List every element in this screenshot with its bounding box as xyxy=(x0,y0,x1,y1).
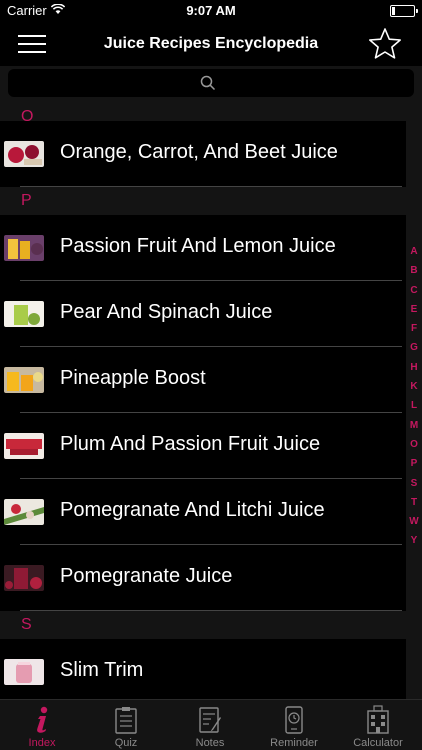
notes-icon xyxy=(199,707,221,733)
tab-label: Quiz xyxy=(114,737,138,749)
tab-bar: Index Quiz Notes Reminder Calculator xyxy=(0,699,422,750)
juice-thumbnail xyxy=(4,565,44,591)
info-icon xyxy=(37,706,48,733)
recipe-label: Plum And Passion Fruit Juice xyxy=(60,433,321,455)
clock-time: 9:07 AM xyxy=(186,3,236,18)
list-item[interactable]: Orange, Carrot, And Beet Juice xyxy=(0,121,406,187)
list-item[interactable]: Slim Trim xyxy=(0,639,406,705)
recipe-label: Pineapple Boost xyxy=(60,367,206,389)
index-letter-w[interactable]: W xyxy=(406,512,422,531)
juice-thumbnail xyxy=(4,235,44,261)
index-letter-s[interactable]: S xyxy=(406,474,422,493)
recipe-label: Pomegranate Juice xyxy=(60,565,233,587)
favorite-star-icon[interactable] xyxy=(368,27,402,61)
index-letter-y[interactable]: Y xyxy=(406,531,422,550)
index-letter-m[interactable]: M xyxy=(406,416,422,435)
tab-quiz[interactable]: Quiz xyxy=(84,700,168,750)
tab-calculator[interactable]: Calculator xyxy=(336,700,420,750)
juice-thumbnail xyxy=(4,367,44,393)
index-letter-a[interactable]: A xyxy=(406,242,422,261)
list-item[interactable]: Passion Fruit And Lemon Juice xyxy=(0,215,406,281)
status-bar: Carrier 9:07 AM xyxy=(0,0,422,22)
tab-label: Reminder xyxy=(270,737,318,749)
tab-label: Index xyxy=(28,737,56,749)
tab-index[interactable]: Index xyxy=(0,700,84,750)
recipe-label: Pear And Spinach Juice xyxy=(60,301,273,323)
section-header-s: S xyxy=(0,611,422,639)
navigation-bar: Juice Recipes Encyclopedia xyxy=(0,22,422,66)
reminder-icon xyxy=(285,706,303,734)
index-letter-o[interactable]: O xyxy=(406,435,422,454)
list-item[interactable]: Pear And Spinach Juice xyxy=(0,281,406,347)
page-title: Juice Recipes Encyclopedia xyxy=(103,35,319,52)
recipe-label: Pomegranate And Litchi Juice xyxy=(60,499,325,521)
list-item[interactable]: Pomegranate Juice xyxy=(0,545,406,611)
index-letter-c[interactable]: C xyxy=(406,281,422,300)
alphabet-index[interactable]: A B C E F G H K L M O P S T W Y xyxy=(406,242,422,551)
index-letter-k[interactable]: K xyxy=(406,377,422,396)
index-letter-b[interactable]: B xyxy=(406,261,422,280)
section-letter: P xyxy=(21,192,32,209)
index-letter-l[interactable]: L xyxy=(406,396,422,415)
recipe-label: Orange, Carrot, And Beet Juice xyxy=(60,141,338,163)
section-letter: S xyxy=(21,616,32,633)
tab-label: Calculator xyxy=(353,737,403,749)
list-item[interactable]: Plum And Passion Fruit Juice xyxy=(0,413,406,479)
tab-notes[interactable]: Notes xyxy=(168,700,252,750)
list-item[interactable]: Pomegranate And Litchi Juice xyxy=(0,479,406,545)
juice-thumbnail xyxy=(4,499,44,525)
juice-thumbnail xyxy=(4,433,44,459)
clipboard-icon xyxy=(115,707,137,734)
tab-label: Notes xyxy=(195,737,225,749)
list-item[interactable]: Pineapple Boost xyxy=(0,347,406,413)
tab-reminder[interactable]: Reminder xyxy=(252,700,336,750)
juice-thumbnail xyxy=(4,301,44,327)
index-letter-g[interactable]: G xyxy=(406,338,422,357)
search-input[interactable] xyxy=(8,69,414,97)
battery-icon xyxy=(390,5,418,17)
calculator-icon xyxy=(367,705,389,734)
recipe-label: Passion Fruit And Lemon Juice xyxy=(60,235,336,257)
juice-thumbnail xyxy=(4,659,44,685)
index-letter-e[interactable]: E xyxy=(406,300,422,319)
index-letter-f[interactable]: F xyxy=(406,319,422,338)
search-icon xyxy=(200,75,216,91)
index-letter-p[interactable]: P xyxy=(406,454,422,473)
index-letter-t[interactable]: T xyxy=(406,493,422,512)
section-header-p: P xyxy=(0,187,422,215)
recipe-label: Slim Trim xyxy=(60,659,144,681)
juice-thumbnail xyxy=(4,141,44,167)
index-letter-h[interactable]: H xyxy=(406,358,422,377)
